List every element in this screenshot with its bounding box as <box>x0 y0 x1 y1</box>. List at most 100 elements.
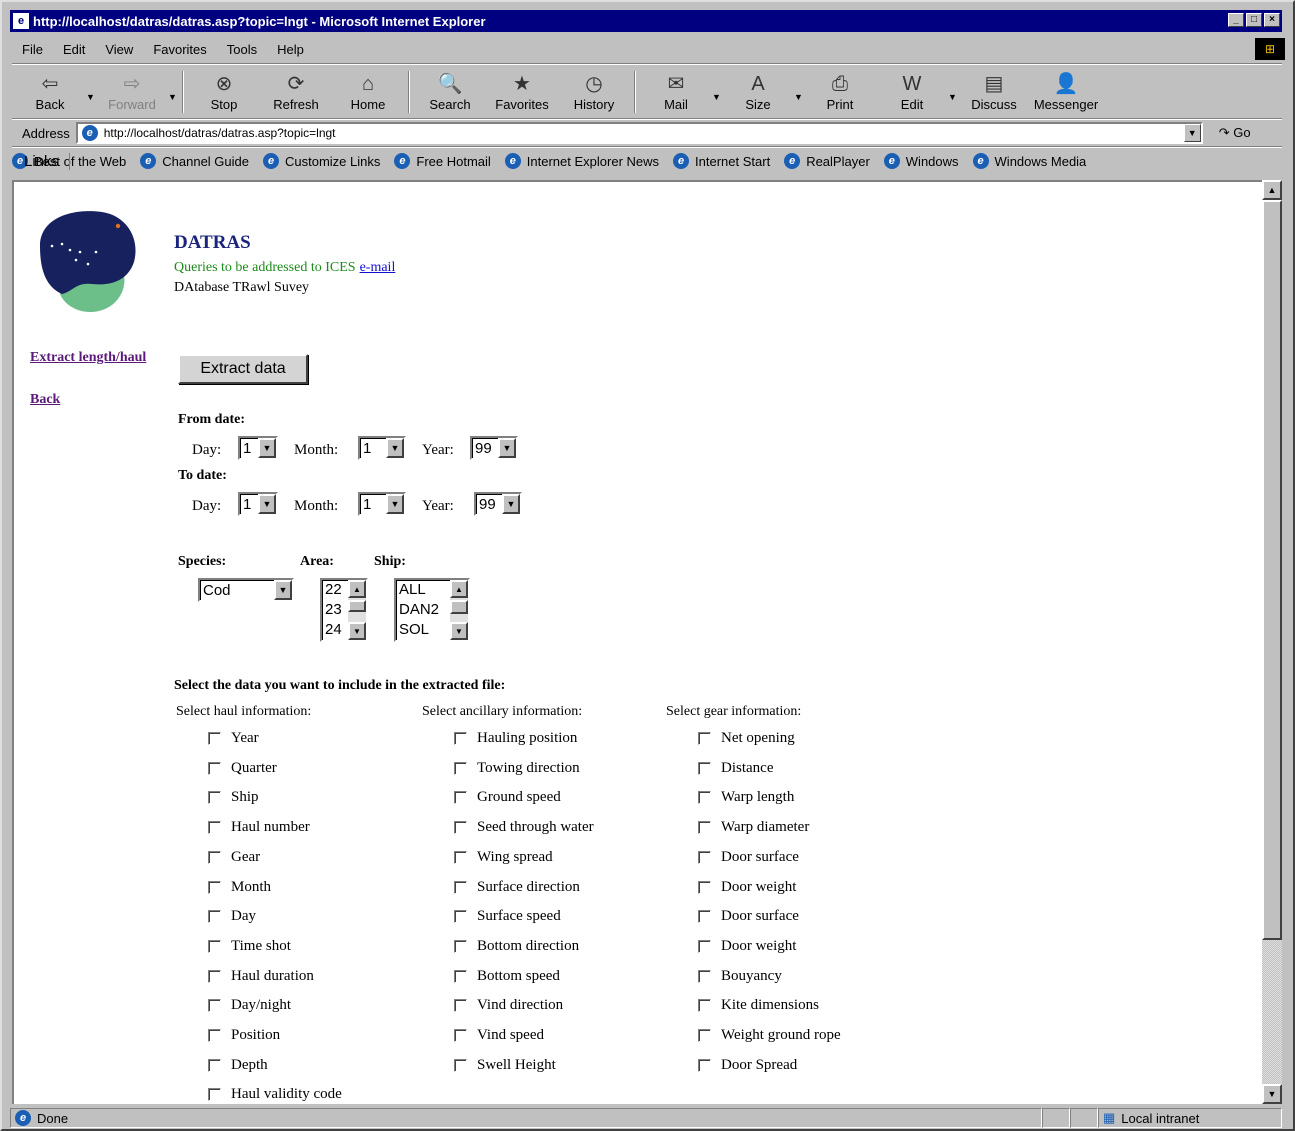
messenger-button[interactable]: 👤 Messenger <box>1030 68 1102 116</box>
go-button[interactable]: ↷ Go <box>1219 125 1251 141</box>
ancillary-option[interactable]: Wing spread <box>454 849 553 866</box>
link-windows-media[interactable]: e Windows Media <box>972 153 1086 169</box>
checkbox[interactable] <box>698 1029 711 1042</box>
ancillary-option[interactable]: Bottom direction <box>454 938 579 955</box>
ship-listbox[interactable]: ALL DAN2 SOL ▲ ▼ <box>394 578 470 642</box>
haul-option[interactable]: Quarter <box>208 760 277 777</box>
to-year-select[interactable]: 99 ▼ <box>474 492 522 516</box>
scroll-up-icon[interactable]: ▲ <box>1262 180 1282 200</box>
checkbox[interactable] <box>208 850 221 864</box>
ancillary-option[interactable]: Vind speed <box>454 1027 544 1044</box>
ancillary-option[interactable]: Bottom speed <box>454 968 560 985</box>
menu-help[interactable]: Help <box>267 42 314 57</box>
scroll-down-icon[interactable]: ▼ <box>1262 1084 1282 1104</box>
checkbox[interactable] <box>698 732 711 745</box>
checkbox[interactable] <box>698 880 711 894</box>
extract-length-haul-link[interactable]: Extract length/haul <box>30 350 146 366</box>
chevron-down-icon[interactable]: ▼ <box>168 92 178 102</box>
haul-option[interactable]: Position <box>208 1027 280 1044</box>
email-link[interactable]: e-mail <box>360 260 396 275</box>
back-button[interactable]: ⇦ Back <box>14 68 86 116</box>
haul-option[interactable]: Ship <box>208 789 259 806</box>
area-scrollbar[interactable]: ▲ ▼ <box>348 580 366 640</box>
gear-option[interactable]: Net opening <box>698 730 795 747</box>
checkbox[interactable] <box>208 1058 221 1072</box>
haul-option[interactable]: Depth <box>208 1057 268 1074</box>
checkbox[interactable] <box>698 969 711 983</box>
gear-option[interactable]: Warp length <box>698 789 794 806</box>
from-year-select[interactable]: 99 ▼ <box>470 436 518 460</box>
ancillary-option[interactable]: Vind direction <box>454 997 563 1014</box>
checkbox[interactable] <box>454 791 467 805</box>
checkbox[interactable] <box>454 761 467 775</box>
checkbox[interactable] <box>208 821 221 835</box>
ancillary-option[interactable]: Surface direction <box>454 879 580 896</box>
title-bar[interactable]: e http://localhost/datras/datras.asp?top… <box>10 10 1282 32</box>
gear-option[interactable]: Door weight <box>698 938 796 955</box>
address-dropdown-icon[interactable]: ▼ <box>1183 124 1201 142</box>
checkbox[interactable] <box>698 999 711 1013</box>
extract-data-button[interactable]: Extract data <box>178 354 308 384</box>
forward-button[interactable]: ⇨ Forward <box>96 68 168 116</box>
haul-option[interactable]: Day/night <box>208 997 291 1014</box>
menu-view[interactable]: View <box>95 42 143 57</box>
checkbox[interactable] <box>698 821 711 835</box>
page-scrollbar[interactable]: ▲ ▼ <box>1262 180 1282 1104</box>
checkbox[interactable] <box>208 761 221 775</box>
refresh-button[interactable]: ⟳ Refresh <box>260 68 332 116</box>
checkbox[interactable] <box>208 880 221 894</box>
checkbox[interactable] <box>208 791 221 805</box>
haul-option[interactable]: Haul validity code <box>208 1086 342 1103</box>
ancillary-option[interactable]: Ground speed <box>454 789 561 806</box>
gear-option[interactable]: Kite dimensions <box>698 997 819 1014</box>
print-button[interactable]: ⎙ Print <box>804 68 876 116</box>
maximize-button[interactable]: □ <box>1246 13 1262 27</box>
scroll-thumb[interactable] <box>1262 200 1282 940</box>
discuss-button[interactable]: ▤ Discuss <box>958 68 1030 116</box>
haul-option[interactable]: Haul duration <box>208 968 314 985</box>
search-button[interactable]: 🔍 Search <box>414 68 486 116</box>
haul-option[interactable]: Haul number <box>208 819 310 836</box>
checkbox[interactable] <box>698 910 711 924</box>
from-day-select[interactable]: 1 ▼ <box>238 436 278 460</box>
ancillary-option[interactable]: Seed through water <box>454 819 594 836</box>
checkbox[interactable] <box>698 939 711 953</box>
link-internet-explorer-news[interactable]: e Internet Explorer News <box>504 153 659 169</box>
link-windows[interactable]: e Windows <box>883 153 959 169</box>
link-internet-start[interactable]: e Internet Start <box>673 153 770 169</box>
link-realplayer[interactable]: e RealPlayer <box>784 153 870 169</box>
gear-option[interactable]: Door surface <box>698 908 799 925</box>
ancillary-option[interactable]: Surface speed <box>454 908 561 925</box>
species-select[interactable]: Cod ▼ <box>198 578 294 602</box>
chevron-down-icon[interactable]: ▼ <box>794 92 804 102</box>
links-label[interactable]: Links <box>12 152 71 170</box>
ship-scrollbar[interactable]: ▲ ▼ <box>450 580 468 640</box>
link-free-hotmail[interactable]: e Free Hotmail <box>394 153 491 169</box>
gear-option[interactable]: Bouyancy <box>698 968 782 985</box>
menu-edit[interactable]: Edit <box>53 42 95 57</box>
scroll-up-icon[interactable]: ▲ <box>348 580 366 598</box>
history-button[interactable]: ◷ History <box>558 68 630 116</box>
checkbox[interactable] <box>208 969 221 983</box>
gear-option[interactable]: Weight ground rope <box>698 1027 841 1044</box>
close-button[interactable]: × <box>1264 13 1280 27</box>
checkbox[interactable] <box>454 880 467 894</box>
checkbox[interactable] <box>208 1029 221 1042</box>
chevron-down-icon[interactable]: ▼ <box>948 92 958 102</box>
favorites-button[interactable]: ★ Favorites <box>486 68 558 116</box>
stop-button[interactable]: ⊗ Stop <box>188 68 260 116</box>
scroll-down-icon[interactable]: ▼ <box>348 622 366 640</box>
gear-option[interactable]: Door Spread <box>698 1057 797 1074</box>
checkbox[interactable] <box>698 850 711 864</box>
checkbox[interactable] <box>454 732 467 745</box>
gear-option[interactable]: Door surface <box>698 849 799 866</box>
checkbox[interactable] <box>454 939 467 953</box>
menu-tools[interactable]: Tools <box>217 42 267 57</box>
menu-favorites[interactable]: Favorites <box>143 42 216 57</box>
checkbox[interactable] <box>698 761 711 775</box>
link-customize-links[interactable]: e Customize Links <box>263 153 380 169</box>
back-link[interactable]: Back <box>30 392 60 408</box>
checkbox[interactable] <box>454 999 467 1013</box>
to-day-select[interactable]: 1 ▼ <box>238 492 278 516</box>
chevron-down-icon[interactable]: ▼ <box>712 92 722 102</box>
